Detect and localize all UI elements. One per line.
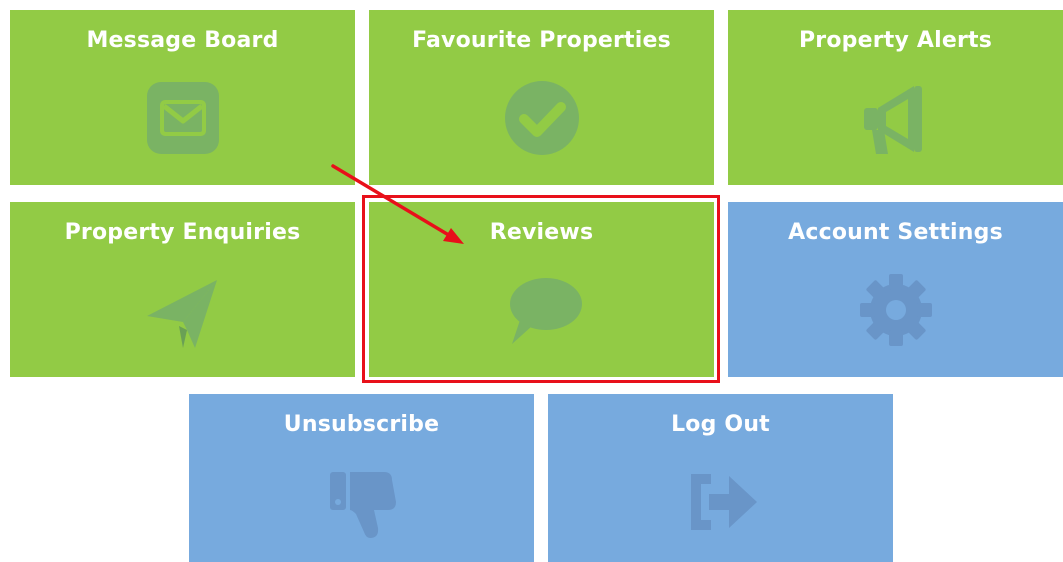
message-board-tile[interactable]: Message Board <box>10 10 355 185</box>
megaphone-icon <box>856 78 936 158</box>
account-settings-label: Account Settings <box>788 220 1003 245</box>
property-enquiries-label: Property Enquiries <box>64 220 301 245</box>
gear-icon <box>856 270 936 350</box>
account-settings-tile[interactable]: Account Settings <box>728 202 1063 377</box>
unsubscribe-tile[interactable]: Unsubscribe <box>189 394 534 562</box>
favourite-properties-label: Favourite Properties <box>412 28 671 53</box>
message-board-label: Message Board <box>86 28 279 53</box>
sign-out-icon <box>681 462 761 542</box>
property-enquiries-tile[interactable]: Property Enquiries <box>10 202 355 377</box>
property-alerts-tile[interactable]: Property Alerts <box>728 10 1063 185</box>
property-alerts-label: Property Alerts <box>798 28 993 53</box>
dashboard-menu: Message Board Favourite Properties Prope… <box>0 0 1063 562</box>
unsubscribe-label: Unsubscribe <box>283 412 440 437</box>
thumbs-down-icon <box>322 462 402 542</box>
reviews-label: Reviews <box>489 220 594 245</box>
paper-plane-icon <box>143 270 223 350</box>
favourite-properties-tile[interactable]: Favourite Properties <box>369 10 714 185</box>
envelope-icon <box>143 78 223 158</box>
check-circle-icon <box>502 78 582 158</box>
log-out-tile[interactable]: Log Out <box>548 394 893 562</box>
reviews-tile[interactable]: Reviews <box>369 202 714 377</box>
log-out-label: Log Out <box>671 412 770 437</box>
speech-bubble-icon <box>502 270 582 350</box>
